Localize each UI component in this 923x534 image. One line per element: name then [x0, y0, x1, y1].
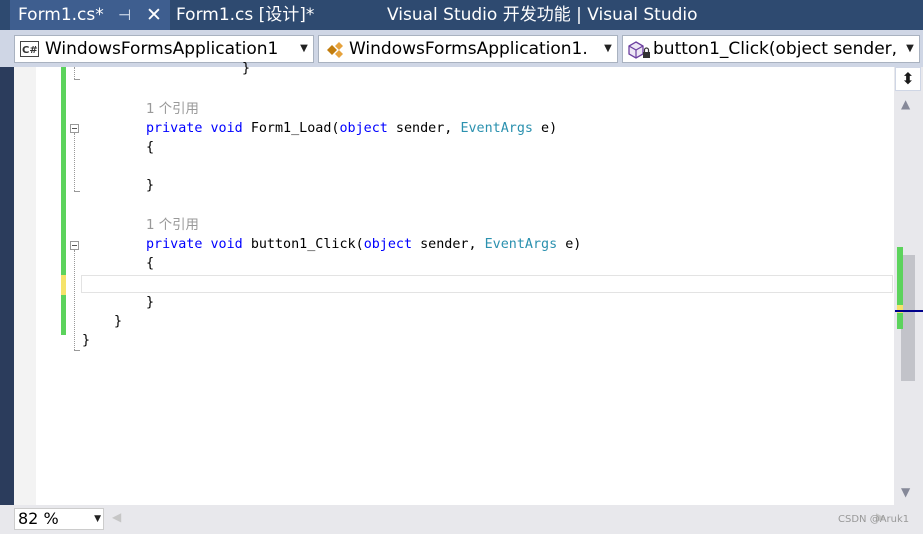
class-icon [327, 42, 343, 58]
collapse-icon[interactable] [70, 241, 79, 250]
map-change-saved [897, 313, 903, 329]
code-lens[interactable]: 1 个引用 [146, 216, 199, 235]
code-line: { [146, 256, 155, 271]
zoom-value: 82 % [18, 509, 59, 528]
outline-end [74, 191, 80, 193]
current-line-highlight [81, 275, 893, 293]
change-indicator-unsaved [61, 275, 66, 295]
project-dropdown[interactable]: C# WindowsFormsApplication1 ▼ [14, 35, 314, 63]
chevron-down-icon[interactable]: ▼ [901, 36, 919, 62]
navigation-bar: C# WindowsFormsApplication1 ▼ WindowsFor… [0, 30, 923, 67]
tab-form1-cs[interactable]: Form1.cs* ⊣ ✕ [10, 0, 170, 30]
map-caret-marker [895, 310, 923, 312]
reference-count[interactable]: 1 个引用 [146, 102, 199, 117]
class-dropdown-value: WindowsFormsApplication1. [349, 39, 588, 59]
outline-line [74, 67, 76, 79]
change-indicator-saved [61, 295, 66, 335]
tab-form1-designer[interactable]: Form1.cs [设计]* [176, 0, 314, 30]
code-line: } [146, 295, 155, 310]
code-line: } [82, 333, 91, 348]
tab-label: Form1.cs* [18, 5, 104, 25]
scroll-up-icon[interactable]: ▲ [901, 97, 910, 111]
tab-label: Form1.cs [设计]* [176, 5, 315, 25]
reference-count[interactable]: 1 个引用 [146, 218, 199, 233]
glyph-margin[interactable] [14, 67, 36, 505]
editor-left-border [0, 67, 14, 505]
code-line: } [242, 61, 251, 76]
code-lens[interactable]: 1 个引用 [146, 100, 199, 119]
window-title: Visual Studio 开发功能 | Visual Studio [387, 5, 698, 25]
class-dropdown[interactable]: WindowsFormsApplication1. ▼ [318, 35, 618, 63]
outline-line [74, 133, 76, 191]
map-change-saved [897, 247, 903, 305]
editor-bottom-bar: 82 % ▼ ◀ ▶ CSDN @Aruk1 [0, 505, 923, 534]
outline-line [74, 250, 76, 350]
outline-end [74, 350, 80, 352]
code-line: private void button1_Click(object sender… [146, 237, 582, 252]
outline-end [74, 79, 80, 81]
code-line: } [146, 178, 155, 193]
member-dropdown[interactable]: button1_Click(object sender, ▼ [622, 35, 920, 63]
code-line: } [114, 314, 123, 329]
csharp-project-icon: C# [20, 41, 39, 57]
pin-icon[interactable]: ⊣ [118, 0, 131, 30]
scrollbar-thumb[interactable] [901, 255, 915, 381]
chevron-down-icon[interactable]: ▼ [599, 36, 617, 62]
chevron-down-icon[interactable]: ▼ [94, 509, 101, 529]
watermark: CSDN @Aruk1 [838, 514, 910, 525]
svg-text:C#: C# [22, 45, 38, 56]
method-icon [628, 41, 650, 59]
member-dropdown-value: button1_Click(object sender, [653, 39, 898, 59]
chevron-down-icon[interactable]: ▼ [295, 36, 313, 62]
collapse-icon[interactable] [70, 124, 79, 133]
zoom-dropdown[interactable]: 82 % ▼ [14, 508, 104, 530]
change-indicator-saved [61, 67, 66, 275]
document-tab-bar: Form1.cs* ⊣ ✕ Form1.cs [设计]* Visual Stud… [0, 0, 923, 30]
code-line: private void Form1_Load(object sender, E… [146, 121, 558, 136]
split-window-icon[interactable]: ⬍ [895, 67, 921, 91]
scroll-left-icon[interactable]: ◀ [112, 510, 121, 524]
scroll-down-icon[interactable]: ▼ [901, 485, 910, 499]
code-editor[interactable]: } 1 个引用 private void Form1_Load(object s… [0, 61, 923, 505]
close-icon[interactable]: ✕ [146, 0, 162, 30]
code-line: { [146, 140, 155, 155]
